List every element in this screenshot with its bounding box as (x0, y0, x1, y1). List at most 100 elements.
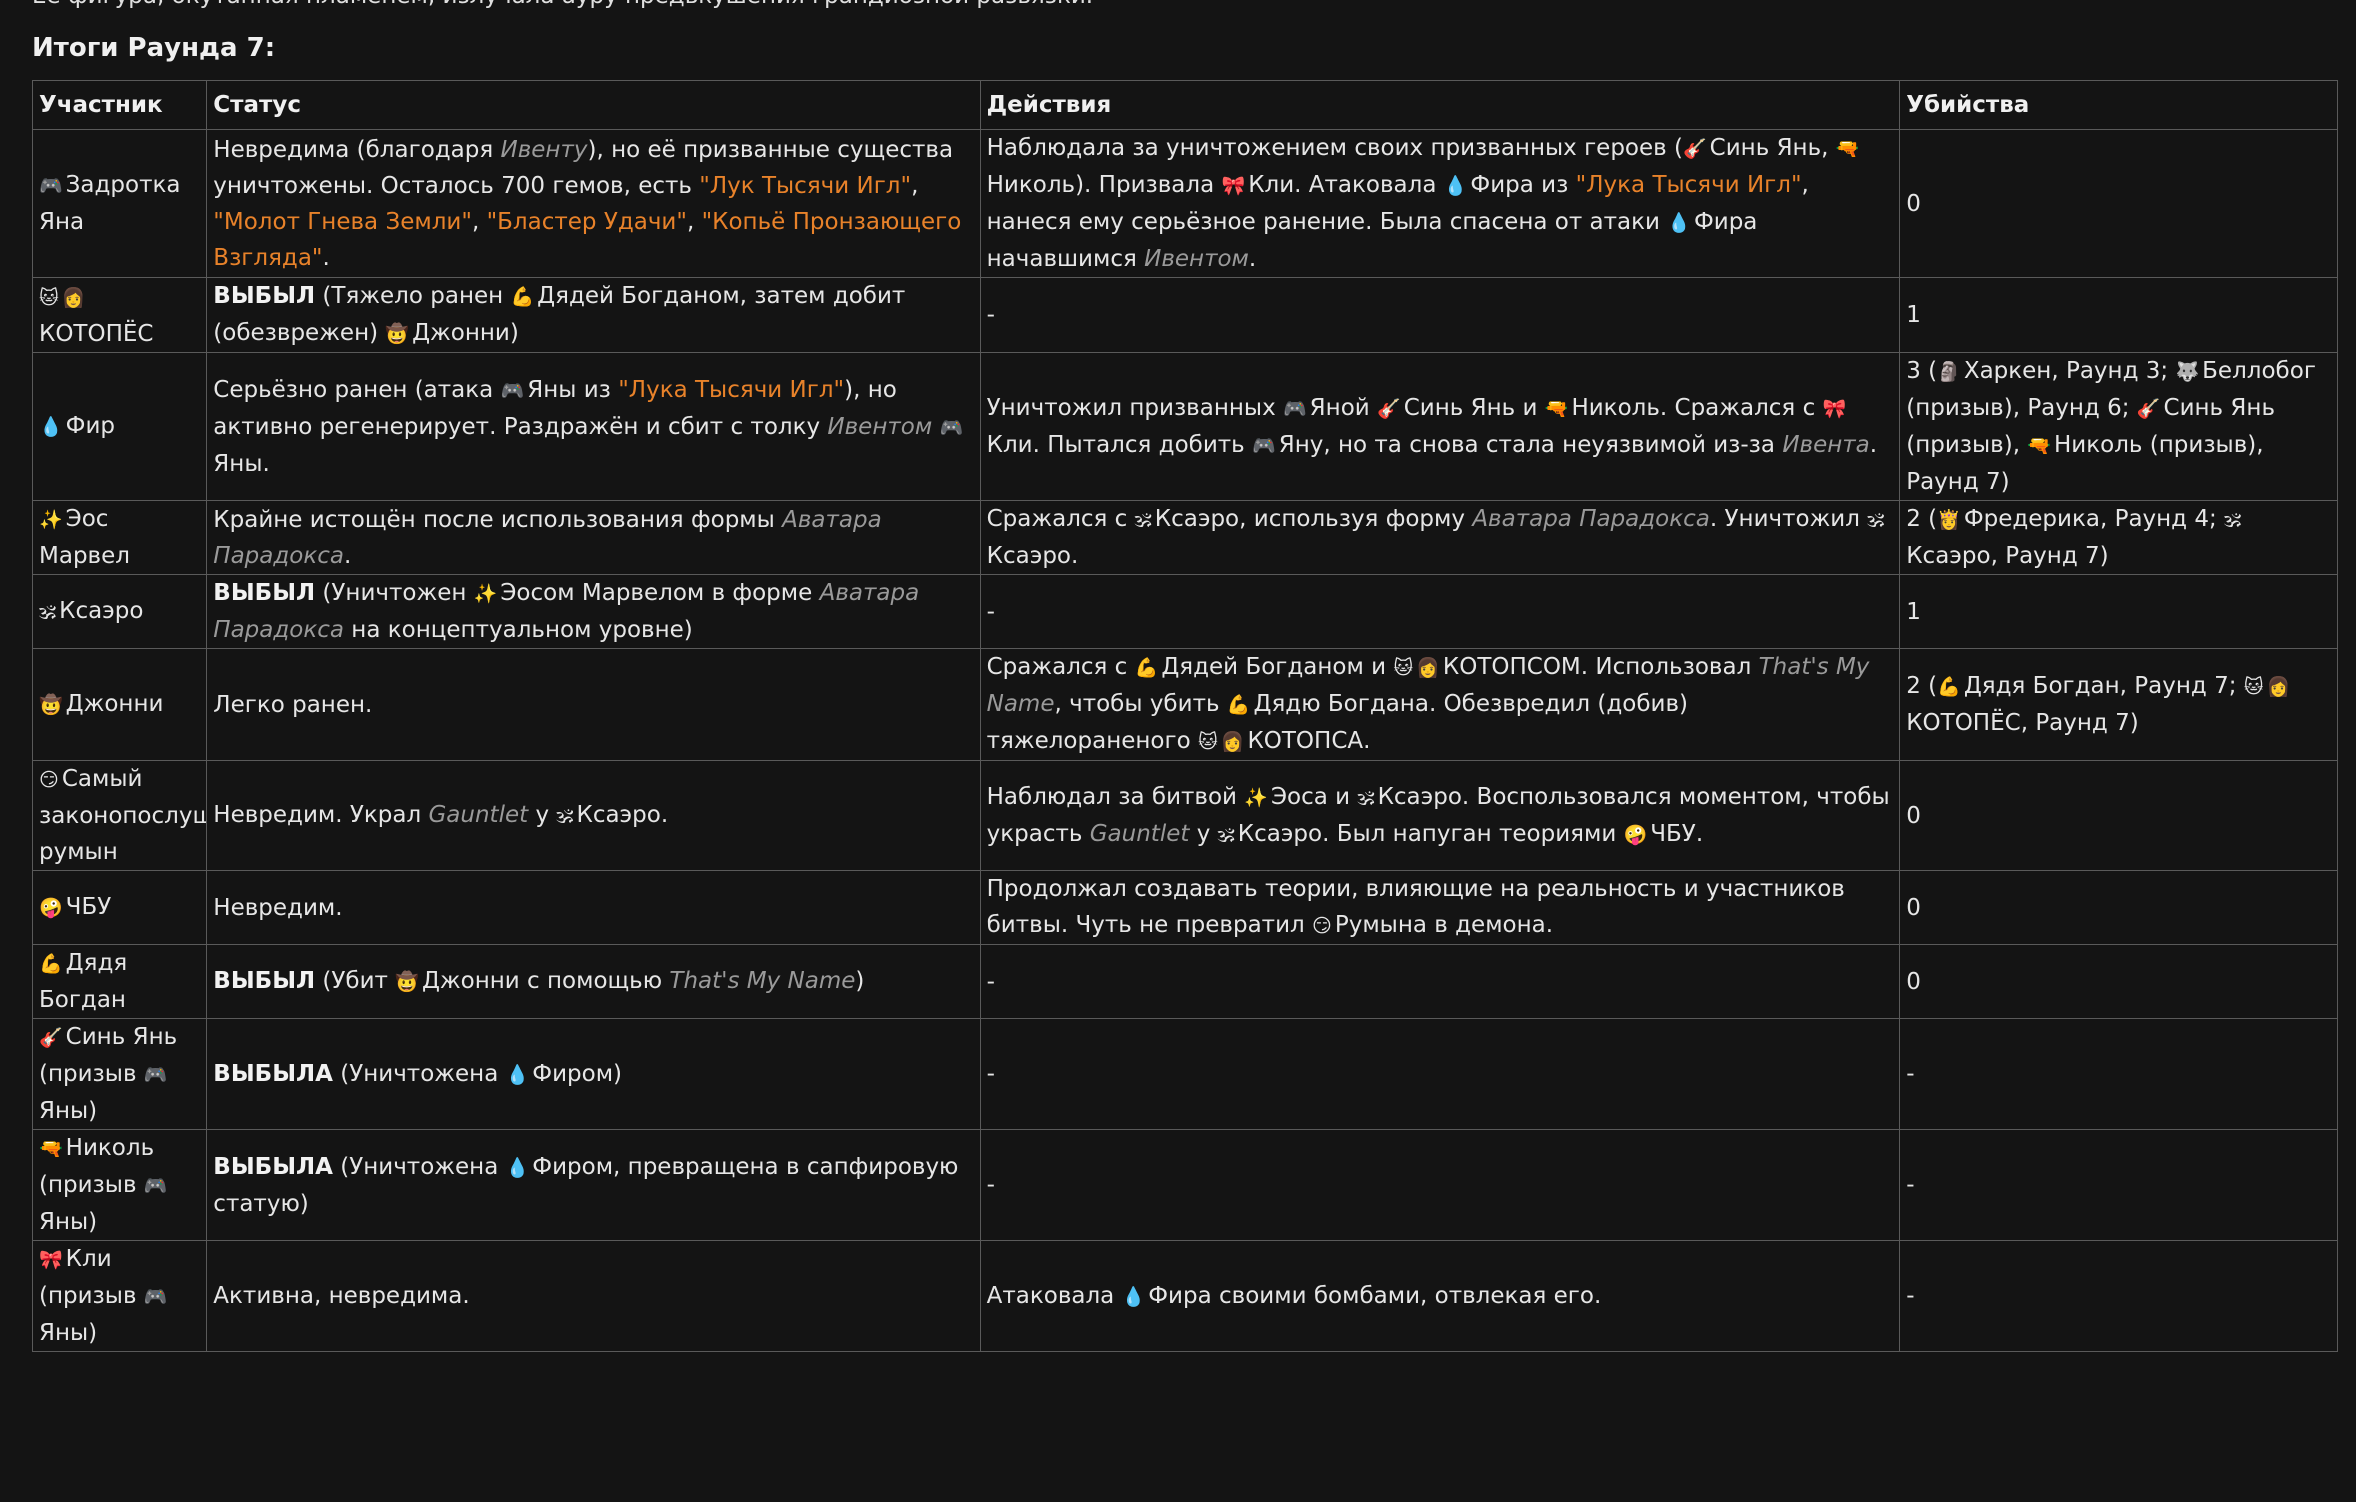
sparkles-icon: ✨ (39, 509, 63, 531)
column-header-status: Статус (206, 80, 981, 130)
text-segment: 1 (1906, 598, 1921, 625)
gamepad-icon: 🎮 (1252, 434, 1276, 457)
cell-status: Невредим. (206, 870, 981, 945)
item-link[interactable]: "Бластер Удачи" (487, 209, 687, 235)
text-segment: Атаковала (986, 1282, 1122, 1309)
droplet-icon: 💧 (1667, 212, 1691, 234)
cell-status: ВЫБЫЛА (Уничтожена 💧 Фиром) (206, 1018, 981, 1130)
cell-participant: 🎮 Задротка Яна (31, 129, 208, 278)
text-segment: Джонни) (412, 320, 519, 346)
column-header-actions: Действия (979, 80, 1901, 130)
text-segment: КОТОПЁС, Раунд 7) (1906, 710, 2139, 736)
item-link[interactable]: "Лук Тысячи Игл" (699, 173, 911, 199)
cell-actions: Продолжал создавать теории, влияющие на … (979, 870, 1901, 945)
droplet-icon: 💧 (505, 1156, 530, 1179)
sparkles-icon: ✨ (473, 583, 498, 605)
cowboy-face-icon: 🤠 (395, 971, 419, 993)
text-segment: Невредима (благодаря (213, 136, 501, 163)
om-symbol-icon: 🕉 (39, 601, 57, 623)
cell-kills: 2 (💪 Дядя Богдан, Раунд 7; 🐱 👩 КОТОПЁС, Рау… (1899, 648, 2338, 761)
table-row: 😏Самый законопослушный румынНевредим. Ук… (31, 760, 2338, 871)
text-segment: - (1906, 1283, 1915, 1309)
item-link[interactable]: "Лука Тысячи Игл" (1576, 172, 1802, 198)
guitar-icon: 🎸 (1682, 138, 1707, 160)
table-body: 🎮 Задротка Яна Невредима (благодаря Ивенту… (31, 129, 2338, 1352)
table-row: 🤠 Джонни Легко ранен. Сражался с 💪 Дядей Бог… (31, 648, 2338, 761)
text-segment: Легко ранен. (213, 691, 373, 718)
cowboy-face-icon: 🤠 (39, 694, 63, 716)
text-segment: 2 ( (1906, 506, 1938, 532)
text-segment: , (911, 172, 919, 199)
gamepad-icon: 🎮 (143, 1286, 168, 1308)
cell-actions: Наблюдал за битвой ✨ Эоса и 🕉 Ксаэро. Восп… (979, 760, 1901, 871)
flexed-biceps-icon: 💪 (1937, 676, 1961, 698)
water-pistol-icon: 🔫 (39, 1138, 63, 1160)
cat-face-icon: 🐱 (1393, 657, 1414, 679)
italic-term: Ивенту (500, 136, 588, 163)
cell-actions: - (979, 944, 1901, 1019)
cell-participant: 🔫 Николь (призыв 🎮Яны) (31, 1129, 208, 1241)
woman-face-icon: 👩 (1220, 731, 1245, 753)
text-segment: Джонни с помощью (421, 968, 670, 994)
italic-term: That's My Name (669, 968, 856, 994)
woman-face-icon: 👩 (61, 286, 86, 309)
text-segment: КОТОПСОМ. Использовал (1442, 654, 1759, 680)
text-segment: Наблюдал за битвой (986, 783, 1245, 810)
text-segment: у (528, 802, 557, 828)
item-link[interactable]: "Лука Тысячи Игл" (618, 377, 844, 403)
italic-term: Аватара Парадокса (1472, 506, 1710, 532)
eliminated-label: ВЫБЫЛ (213, 580, 316, 606)
cell-status: Невредима (благодаря Ивенту), но её приз… (206, 129, 981, 278)
om-symbol-icon: 🕉 (1867, 509, 1885, 531)
table-row: 🎸 Синь Янь (призыв 🎮Яны) ВЫБЫЛА (Уничтожен… (31, 1018, 2338, 1130)
table-row: 💪 Дядя Богдан ВЫБЫЛ (Убит 🤠 Джонни с помощь… (31, 944, 2338, 1019)
item-link[interactable]: "Молот Гнева Земли" (213, 209, 472, 235)
cell-kills: 1 (1899, 574, 2338, 649)
text-segment: (Уничтожен (315, 580, 474, 606)
text-segment: 1 (1906, 302, 1921, 328)
text-segment: 3 ( (1906, 358, 1938, 384)
smirk-face-icon: 😏 (1312, 915, 1332, 937)
princess-icon: 👸 (1937, 509, 1961, 531)
text-segment: . (1869, 431, 1878, 458)
text-segment: . (322, 244, 330, 271)
text-segment: Фиром) (532, 1060, 623, 1087)
text-segment: , чтобы убить (1054, 691, 1227, 717)
text-segment: Николь. Сражался с (1571, 394, 1823, 421)
cell-status: ВЫБЫЛА (Уничтожена 💧 Фиром, превращена в … (206, 1129, 981, 1241)
cell-kills: - (1899, 1129, 2338, 1241)
flexed-biceps-icon: 💪 (39, 953, 63, 975)
text-segment: Фир (65, 413, 116, 439)
cell-kills: 2 (👸 Фредерика, Раунд 4; 🕉 Ксаэро, Раунд 7… (1899, 500, 2338, 575)
om-symbol-icon: 🕉 (556, 805, 574, 827)
water-pistol-icon: 🔫 (2027, 435, 2051, 457)
cell-actions: Наблюдала за уничтожением своих призванн… (979, 129, 1901, 278)
text-segment: - (986, 598, 995, 625)
italic-term: Ивента (1782, 431, 1870, 458)
zany-face-icon: 🤪 (39, 897, 63, 919)
text-segment: (Убит (315, 968, 396, 994)
om-symbol-icon: 🕉 (1134, 509, 1152, 531)
flexed-biceps-icon: 💪 (510, 286, 535, 308)
text-segment: Сражался с (986, 654, 1135, 680)
water-pistol-icon: 🔫 (1835, 138, 1860, 160)
text-segment: Невредим. (213, 894, 343, 921)
text-segment: Фира своими бомбами, отвлекая его. (1148, 1282, 1602, 1309)
text-segment: Серьёзно ранен (атака (213, 376, 501, 403)
text-segment: Крайне истощён после использования формы (213, 506, 783, 533)
text-segment: (Уничтожена (332, 1153, 506, 1180)
text-segment: Самый законопослушный румын (39, 766, 206, 865)
text-segment: - (986, 1172, 995, 1198)
cell-status: Крайне истощён после использования формы… (206, 500, 981, 575)
eliminated-label: ВЫБЫЛ (213, 283, 316, 309)
cell-actions: - (979, 574, 1901, 649)
cell-actions: - (979, 1129, 1901, 1241)
guitar-icon: 🎸 (39, 1027, 63, 1049)
text-segment (932, 414, 939, 440)
text-segment: ) (855, 968, 865, 994)
text-segment: Наблюдала за уничтожением своих призванн… (986, 135, 1683, 161)
gamepad-icon: 🎮 (1283, 397, 1307, 420)
cell-participant: 🎀 Кли (призыв 🎮Яны) (31, 1240, 208, 1352)
text-segment: 2 ( (1906, 673, 1938, 699)
text-segment: Фира из (1470, 172, 1576, 198)
